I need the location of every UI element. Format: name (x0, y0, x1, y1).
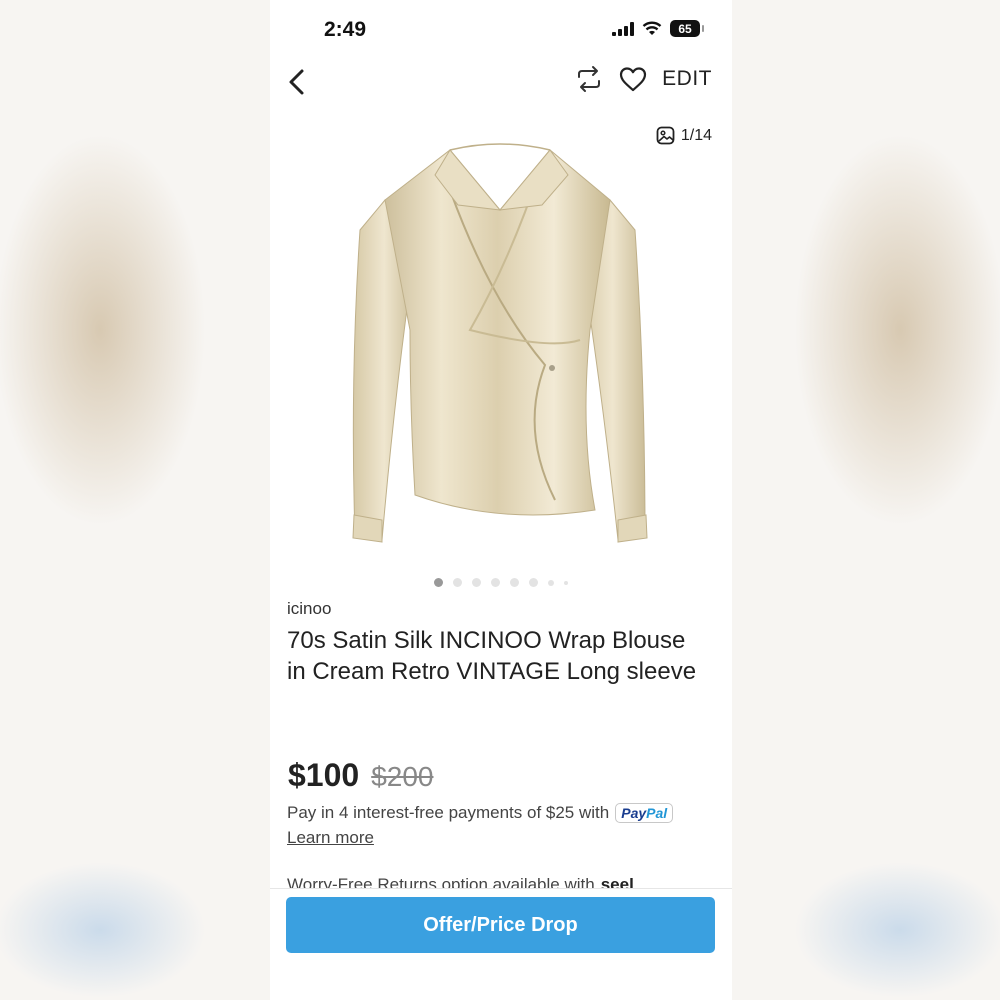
carousel-dot[interactable] (564, 580, 568, 585)
carousel-dot[interactable] (453, 578, 462, 587)
bottom-action-bar: Offer/Price Drop (270, 888, 732, 1000)
status-time: 2:49 (324, 18, 367, 41)
repost-icon (578, 66, 601, 92)
wifi-icon (642, 21, 662, 35)
price-row: $100 $200 (288, 757, 433, 794)
like-button[interactable] (618, 64, 648, 94)
status-icons: 65 (612, 20, 704, 37)
returns-info: Worry-Free Returns option available with… (287, 875, 634, 888)
battery-level: 65 (678, 21, 692, 36)
status-bar: 2:49 65 (270, 0, 732, 60)
paypal-logo-pal: Pal (646, 805, 668, 821)
carousel-dot[interactable] (434, 578, 443, 587)
offer-price-drop-button[interactable]: Offer/Price Drop (286, 897, 715, 953)
back-button[interactable] (280, 64, 316, 100)
returns-text: Worry-Free Returns option available with (287, 875, 595, 888)
carousel-dot[interactable] (472, 578, 481, 587)
navigation-bar: EDIT (270, 60, 732, 104)
battery-icon: 65 (670, 20, 704, 37)
learn-more-link[interactable]: Learn more (287, 828, 374, 848)
carousel-dots (270, 578, 732, 587)
paypal-logo-pay: Pay (621, 805, 647, 821)
carousel-dot[interactable] (510, 578, 519, 587)
edit-button[interactable]: EDIT (662, 67, 712, 91)
chevron-left-icon (289, 69, 304, 95)
photo-counter: 1/14 (656, 126, 712, 145)
carousel-dot[interactable] (548, 579, 554, 586)
carousel-dot[interactable] (529, 578, 538, 587)
original-price: $200 (371, 761, 434, 792)
installments-info: Pay in 4 interest-free payments of $25 w… (287, 803, 674, 823)
brand-name[interactable]: icinoo (287, 599, 331, 619)
seel-logo: seel (600, 875, 634, 888)
carousel-dot[interactable] (491, 578, 500, 587)
share-button[interactable] (574, 64, 604, 94)
nav-actions: EDIT (574, 64, 712, 94)
product-photo (352, 143, 648, 543)
heart-icon (620, 67, 647, 92)
listing-title: 70s Satin Silk INCINOO Wrap Blouse in Cr… (287, 627, 697, 685)
photo-counter-text: 1/14 (680, 126, 712, 144)
phone-screen: 2:49 65 EDIT 1/14 icinoo 70s Satin Silk … (270, 0, 732, 1000)
current-price: $100 (288, 757, 360, 793)
product-photo-carousel[interactable]: 1/14 (270, 115, 732, 575)
installments-text: Pay in 4 interest-free payments of $25 w… (287, 803, 610, 822)
paypal-logo: PayPal (615, 803, 674, 823)
cellular-signal-icon (612, 21, 634, 36)
